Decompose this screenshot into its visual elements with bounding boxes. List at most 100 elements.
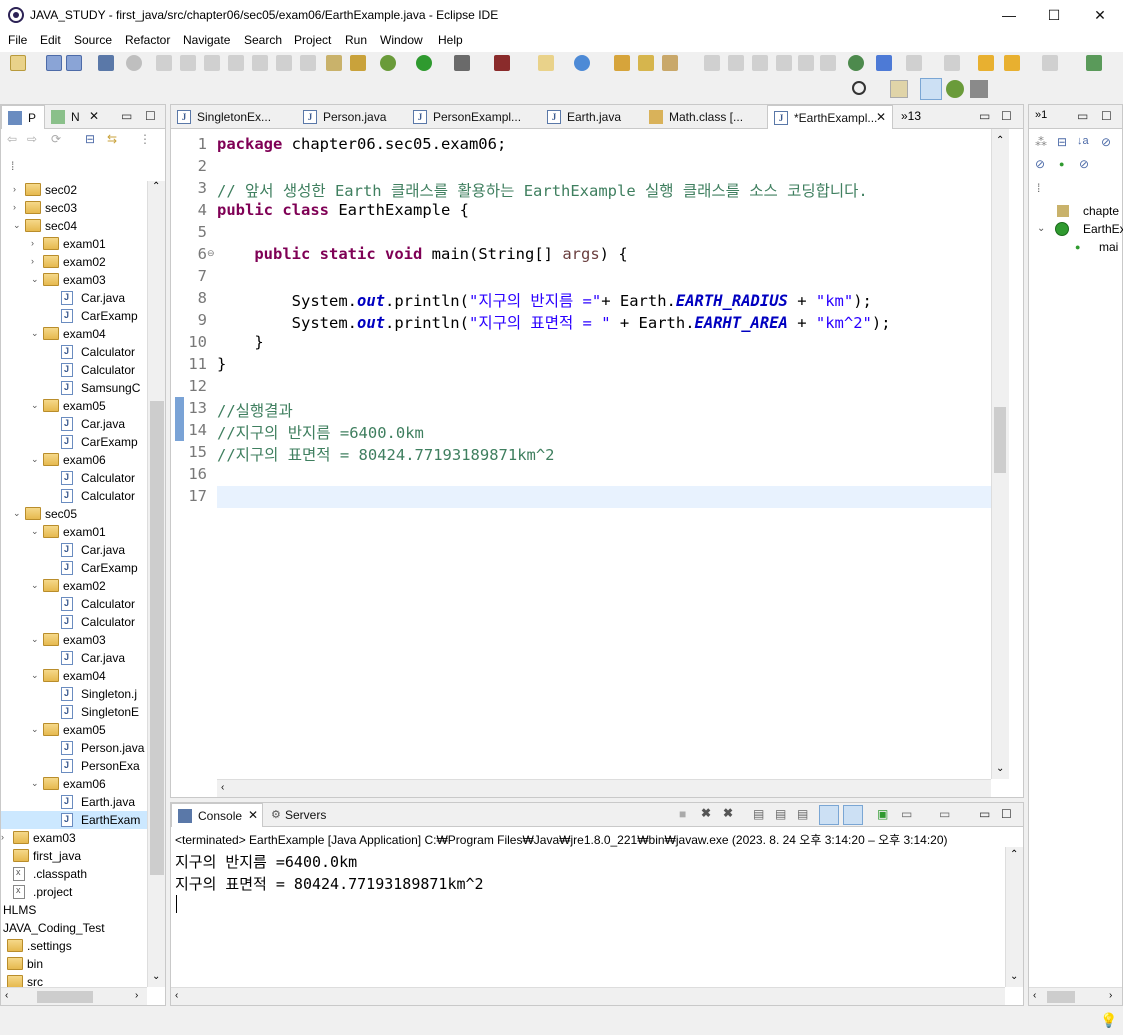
scroll-up-icon[interactable]: ⌃ (152, 181, 160, 192)
scroll-left-icon[interactable]: ‹ (1033, 990, 1036, 1001)
new-java-project-icon[interactable] (538, 55, 554, 71)
menu-help[interactable]: Help (438, 33, 463, 47)
chevron-down-icon[interactable]: ⌄ (31, 400, 41, 410)
last-edit-icon[interactable] (978, 55, 994, 71)
chevron-right-icon[interactable]: › (13, 202, 23, 212)
scroll-down-icon[interactable]: ⌄ (152, 971, 160, 982)
suspend-icon[interactable] (180, 55, 196, 71)
tree-file-item[interactable]: .classpath (1, 865, 147, 883)
tab-console[interactable]: Console ✕ (171, 803, 263, 827)
tree-file-item[interactable]: Car.java (1, 289, 147, 307)
prev-annotation-icon[interactable] (944, 55, 960, 71)
remove-all-icon[interactable]: ✖ (723, 806, 733, 820)
next-annotation-icon[interactable] (906, 55, 922, 71)
tree-folder-item[interactable]: ⌄ exam02 (1, 577, 147, 595)
external-tools-icon[interactable] (494, 55, 510, 71)
code-line[interactable]: //지구의 표면적 = 80424.77193189871km^2 (217, 443, 555, 465)
console-vertical-scrollbar[interactable]: ⌃ ⌄ (1005, 847, 1023, 987)
sort-icon[interactable]: ↓a (1077, 135, 1089, 147)
code-area[interactable]: package chapter06.sec05.exam06; // 앞서 생성한… (217, 135, 991, 777)
tree-file-item[interactable]: EarthExam (1, 811, 147, 829)
chevron-right-icon[interactable]: › (13, 184, 23, 194)
clear-console-icon[interactable]: ▤ (753, 807, 764, 821)
tree-folder-item[interactable]: ⌄ sec04 (1, 217, 147, 235)
scroll-lock-icon[interactable]: ▤ (775, 807, 786, 821)
code-line[interactable]: System.out.println("지구의 반지름 ="+ Earth.EA… (217, 289, 872, 311)
chevron-down-icon[interactable]: ⌄ (31, 328, 41, 338)
maximize-button[interactable]: ☐ (1031, 0, 1077, 30)
minimize-button[interactable]: — (986, 0, 1032, 30)
maximize-view-icon[interactable]: ☐ (1101, 109, 1112, 123)
menu-navigate[interactable]: Navigate (183, 33, 230, 47)
chevron-down-icon[interactable]: ⌄ (13, 508, 23, 518)
tree-file-item[interactable]: CarExamp (1, 307, 147, 325)
view-menu-icon[interactable]: ⁞ (1037, 181, 1040, 195)
scroll-down-icon[interactable]: ⌄ (1010, 971, 1018, 982)
tools-perspective-icon[interactable] (970, 80, 988, 98)
tree-vertical-scrollbar[interactable]: ⌃ ⌄ (147, 181, 165, 987)
code-line[interactable]: } (217, 333, 263, 351)
outline-item[interactable]: mai (1099, 240, 1118, 254)
minimize-view-icon[interactable]: ▭ (1077, 109, 1088, 123)
chevron-down-icon[interactable]: ⌄ (31, 634, 41, 644)
scroll-thumb[interactable] (37, 991, 93, 1003)
back-icon[interactable]: ⇦ (7, 132, 17, 146)
terminate-icon[interactable] (204, 55, 220, 71)
chevron-down-icon[interactable]: ⌄ (13, 220, 23, 230)
tab-servers[interactable]: ⚙ Servers (267, 803, 337, 827)
scroll-up-icon[interactable]: ⌃ (1010, 849, 1018, 860)
annotation-icon[interactable] (704, 55, 720, 71)
tree-file-item[interactable]: Calculator (1, 595, 147, 613)
toggle-mark-icon[interactable] (728, 55, 744, 71)
scroll-left-icon[interactable]: ‹ (175, 990, 178, 1001)
tree-file-item[interactable]: SamsungC (1, 379, 147, 397)
whitespace-icon[interactable] (798, 55, 814, 71)
tree-file-item[interactable]: Calculator (1, 613, 147, 631)
menu-file[interactable]: File (8, 33, 27, 47)
tree-file-item[interactable]: Calculator (1, 469, 147, 487)
pilcrow-icon[interactable] (820, 55, 836, 71)
show-stdout-icon[interactable] (819, 805, 839, 825)
tree-file-item[interactable]: Calculator (1, 361, 147, 379)
editor-tab[interactable]: Math.class [... (643, 105, 765, 129)
editor-tab[interactable]: J Earth.java (541, 105, 641, 129)
tree-folder-item[interactable]: › sec03 (1, 199, 147, 217)
search-icon[interactable] (852, 81, 866, 95)
tree-horizontal-scrollbar[interactable]: ‹ › (1, 987, 147, 1005)
tree-folder-item[interactable]: ⌄ exam05 (1, 721, 147, 739)
word-wrap-icon[interactable] (776, 55, 792, 71)
tree-folder-item[interactable]: ⌄ exam06 (1, 451, 147, 469)
forward-icon[interactable] (1042, 55, 1058, 71)
lightbulb-icon[interactable]: 💡 (1100, 1012, 1117, 1029)
new-class-icon[interactable] (574, 55, 590, 71)
drop-frame-icon[interactable] (326, 55, 342, 71)
tree-file-item[interactable]: Car.java (1, 541, 147, 559)
view-overflow[interactable]: »1 (1035, 109, 1047, 121)
new-icon[interactable] (10, 55, 26, 71)
menu-run[interactable]: Run (345, 33, 367, 47)
tree-file-item[interactable]: .project (1, 883, 147, 901)
tree-folder-item[interactable]: ⌄ exam04 (1, 667, 147, 685)
minimize-view-icon[interactable]: ▭ (121, 109, 132, 123)
view-menu-icon[interactable]: ⋮ (139, 132, 151, 146)
tree-folder-item[interactable]: ⌄ sec05 (1, 505, 147, 523)
code-line[interactable]: public static void main(String[] args) { (217, 245, 627, 263)
scroll-right-icon[interactable]: › (1109, 990, 1112, 1001)
editor-tab[interactable]: J PersonExampl... (407, 105, 537, 129)
code-line[interactable]: // 앞서 생성한 Earth 클래스를 활용하는 EarthExample 실… (217, 179, 868, 201)
chevron-down-icon[interactable]: ⌄ (31, 526, 41, 536)
tree-folder-item[interactable]: ⌄ exam04 (1, 325, 147, 343)
console-horizontal-scrollbar[interactable]: ‹ (171, 987, 1005, 1005)
chevron-down-icon[interactable]: ⌄ (31, 778, 41, 788)
editor-vertical-scrollbar[interactable]: ⌃ ⌄ (991, 129, 1009, 779)
tree-folder-item[interactable]: ⌄ exam03 (1, 631, 147, 649)
code-line[interactable]: package chapter06.sec05.exam06; (217, 135, 506, 153)
forward-icon[interactable]: ⇨ (27, 132, 37, 146)
editor-tab-active[interactable]: J *EarthExampl... ✕ (767, 105, 893, 129)
resume-icon[interactable] (156, 55, 172, 71)
tree-file-item[interactable]: Calculator (1, 487, 147, 505)
menu-source[interactable]: Source (74, 33, 112, 47)
console-output[interactable]: 지구의 반지름 =6400.0km 지구의 표면적 = 80424.771931… (171, 847, 1005, 987)
remove-launch-icon[interactable]: ✖ (701, 806, 711, 820)
debug-icon[interactable] (380, 55, 396, 71)
